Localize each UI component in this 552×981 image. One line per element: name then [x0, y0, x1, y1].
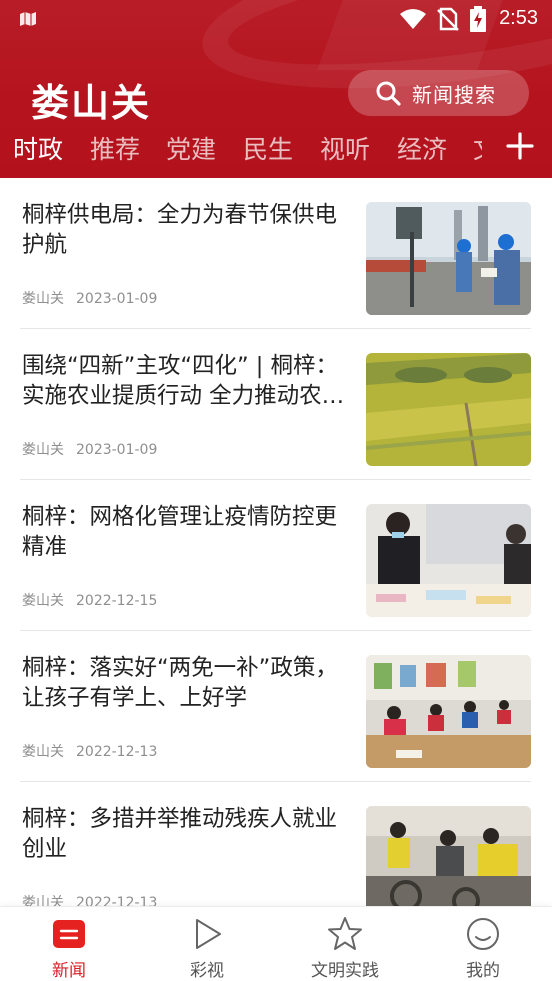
app-header: 2:53 娄山关 新闻搜索 时政 推荐 党建 民生 视听 经济 文: [0, 0, 552, 178]
bottom-nav: 新闻 彩视 文明实践 我的: [0, 906, 552, 981]
news-item[interactable]: 桐梓：网格化管理让疫情防控更精准 娄山关 2022-12-15: [0, 480, 552, 631]
add-tab-icon[interactable]: [504, 130, 536, 162]
tab-dangjian[interactable]: 党建: [166, 130, 216, 166]
tab-minsheng[interactable]: 民生: [243, 130, 293, 166]
news-item[interactable]: 围绕“四新”主攻“四化” | 桐梓：实施农业提质行动 全力推动农业现代化 娄山关…: [0, 329, 552, 480]
news-title: 围绕“四新”主攻“四化” | 桐梓：实施农业提质行动 全力推动农业现代化: [22, 353, 345, 409]
search-icon: [376, 81, 401, 106]
star-icon: [328, 917, 362, 950]
category-tabs: 时政 推荐 党建 民生 视听 经济 文: [0, 124, 552, 172]
tab-shiting[interactable]: 视听: [320, 130, 370, 166]
news-search-button[interactable]: 新闻搜索: [348, 70, 529, 116]
notification-map-icon: [20, 12, 36, 26]
news-title: 桐梓供电局：全力为春节保供电护航: [22, 202, 338, 258]
status-time: 2:53: [499, 7, 538, 29]
classroom-photo: [366, 655, 531, 768]
tab-wen[interactable]: 文: [473, 130, 482, 166]
status-bar: 2:53: [0, 0, 552, 40]
news-meta: 娄山关 2022-12-13: [22, 741, 157, 761]
nav-caishi-label: 彩视: [190, 961, 224, 981]
news-date: 2022-12-13: [76, 895, 158, 906]
nav-mine-label: 我的: [466, 961, 500, 981]
nav-caishi[interactable]: 彩视: [138, 907, 276, 981]
news-item[interactable]: 桐梓：落实好“两免一补”政策，让孩子有学上、上好学 娄山关 2022-12-13: [0, 631, 552, 782]
news-item[interactable]: 桐梓：多措并举推动残疾人就业创业 娄山关 2022-12-13: [0, 782, 552, 906]
news-title: 桐梓：落实好“两免一补”政策，让孩子有学上、上好学: [22, 655, 338, 711]
news-meta: 娄山关 2023-01-09: [22, 288, 157, 308]
app-title: 娄山关: [31, 80, 152, 125]
news-source: 娄山关: [22, 442, 64, 458]
news-item[interactable]: 桐梓供电局：全力为春节保供电护航 娄山关 2023-01-09: [0, 178, 552, 329]
wifi-icon: [400, 9, 426, 29]
news-search-label: 新闻搜索: [412, 82, 496, 107]
tab-tuijian[interactable]: 推荐: [90, 130, 140, 166]
news-source: 娄山关: [22, 593, 64, 609]
news-date: 2022-12-15: [76, 593, 158, 609]
tab-jingji[interactable]: 经济: [397, 130, 447, 166]
news-meta: 娄山关 2022-12-13: [22, 892, 157, 906]
power-workers-photo: [366, 202, 531, 315]
news-title: 桐梓：多措并举推动残疾人就业创业: [22, 806, 338, 862]
news-source: 娄山关: [22, 744, 64, 760]
smile-profile-icon: [467, 918, 499, 950]
news-source: 娄山关: [22, 895, 64, 906]
no-sim-icon: [437, 7, 459, 31]
nav-civilization-practice[interactable]: 文明实践: [276, 907, 414, 981]
news-icon: [53, 920, 85, 948]
news-source: 娄山关: [22, 291, 64, 307]
news-date: 2023-01-09: [76, 442, 158, 458]
nav-news[interactable]: 新闻: [0, 907, 138, 981]
battery-charging-icon: [470, 6, 486, 32]
workshop-training-photo: [366, 806, 531, 906]
news-meta: 娄山关 2022-12-15: [22, 590, 157, 610]
news-date: 2022-12-13: [76, 744, 158, 760]
nav-mine[interactable]: 我的: [414, 907, 552, 981]
news-title: 桐梓：网格化管理让疫情防控更精准: [22, 504, 338, 560]
news-list: 桐梓供电局：全力为春节保供电护航 娄山关 2023-01-09 围绕“四新”主攻“…: [0, 178, 552, 906]
play-icon: [196, 919, 221, 949]
nav-news-label: 新闻: [52, 961, 86, 981]
rapeseed-field-photo: [366, 353, 531, 466]
nav-civilization-practice-label: 文明实践: [311, 961, 379, 981]
news-meta: 娄山关 2023-01-09: [22, 439, 157, 459]
news-date: 2023-01-09: [76, 291, 158, 307]
grid-management-visit-photo: [366, 504, 531, 617]
tab-shizheng[interactable]: 时政: [13, 130, 63, 166]
